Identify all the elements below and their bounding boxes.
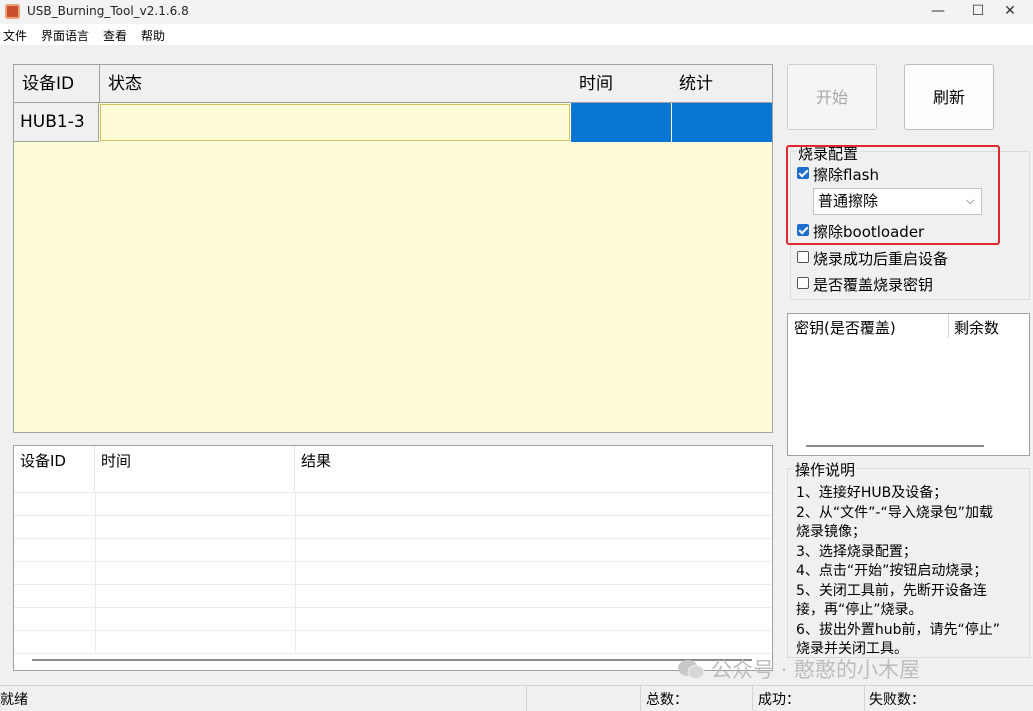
instruction-line: 1、连接好HUB及设备； xyxy=(796,485,948,501)
key-column-remaining[interactable]: 剩余数 xyxy=(948,314,1028,342)
close-button[interactable]: ✕ xyxy=(987,0,1033,24)
instruction-line: 3、选择烧录配置； xyxy=(796,543,917,560)
log-horizontal-scrollbar[interactable] xyxy=(32,659,752,661)
key-column-key[interactable]: 密钥(是否覆盖) xyxy=(788,314,948,342)
app-icon xyxy=(5,4,20,19)
watermark-text: 公众号 · 憨憨的小木屋 xyxy=(711,658,921,682)
device-row-stat[interactable] xyxy=(672,103,772,142)
key-horizontal-scrollbar[interactable] xyxy=(806,445,984,447)
log-list[interactable]: 设备ID 时间 结果 xyxy=(13,445,773,671)
device-row-id[interactable]: HUB1-3 xyxy=(14,103,99,142)
log-row xyxy=(14,538,772,562)
overwrite-key-label[interactable]: 是否覆盖烧录密钥 xyxy=(813,274,933,295)
device-row-time[interactable] xyxy=(571,103,671,142)
status-divider xyxy=(640,686,641,711)
window-title: USB_Burning_Tool_v2.1.6.8 xyxy=(27,4,189,18)
key-list[interactable]: 密钥(是否覆盖) 剩余数 xyxy=(787,313,1030,456)
instructions-text: 1、连接好HUB及设备； 2、从“文件”-“导入烧录包”加载 烧录镜像； 3、选… xyxy=(796,484,1028,660)
column-device-id[interactable]: 设备ID xyxy=(14,65,100,103)
instruction-line: 5、关闭工具前，先断开设备连 xyxy=(796,582,987,599)
column-time[interactable]: 时间 xyxy=(571,65,672,103)
menu-language[interactable]: 界面语言 xyxy=(41,27,89,44)
refresh-button[interactable]: 刷新 xyxy=(904,64,994,130)
device-row-status[interactable] xyxy=(100,104,570,141)
status-divider xyxy=(864,686,865,711)
status-failed: 失败数： xyxy=(869,692,925,708)
column-stat[interactable]: 统计 xyxy=(671,65,772,103)
log-divider xyxy=(95,492,96,654)
status-total: 总数： xyxy=(646,692,688,708)
reboot-after-label[interactable]: 烧录成功后重启设备 xyxy=(813,248,948,269)
log-row xyxy=(14,469,772,493)
log-row xyxy=(14,561,772,585)
log-divider xyxy=(295,492,296,654)
wechat-icon xyxy=(678,660,705,679)
device-grid[interactable]: 设备ID 状态 时间 统计 HUB1-3 xyxy=(13,64,773,433)
instruction-line: 接，再“停止”烧录。 xyxy=(796,602,923,618)
instructions-title: 操作说明 xyxy=(793,459,858,480)
log-row xyxy=(14,515,772,539)
log-row xyxy=(14,607,772,631)
instruction-line: 4、点击“开始”按钮启动烧录； xyxy=(796,563,988,579)
start-button[interactable]: 开始 xyxy=(787,64,877,130)
menu-help[interactable]: 帮助 xyxy=(141,27,165,44)
instruction-line: 6、拔出外置hub前，请先“停止” xyxy=(796,621,1001,638)
status-success: 成功： xyxy=(758,692,800,708)
log-row xyxy=(14,630,772,654)
overwrite-key-checkbox[interactable] xyxy=(797,277,809,289)
status-divider xyxy=(752,686,753,711)
instruction-line: 2、从“文件”-“导入烧录包”加载 xyxy=(796,504,993,521)
column-status[interactable]: 状态 xyxy=(100,65,572,103)
highlight-annotation xyxy=(786,145,1000,245)
log-row xyxy=(14,492,772,516)
menu-view[interactable]: 查看 xyxy=(103,27,127,44)
log-row xyxy=(14,584,772,608)
instruction-line: 烧录镜像； xyxy=(796,524,866,540)
status-state: 就绪 xyxy=(0,692,28,708)
menu-file[interactable]: 文件 xyxy=(3,27,27,44)
status-divider xyxy=(526,686,527,711)
reboot-after-checkbox[interactable] xyxy=(797,251,809,263)
